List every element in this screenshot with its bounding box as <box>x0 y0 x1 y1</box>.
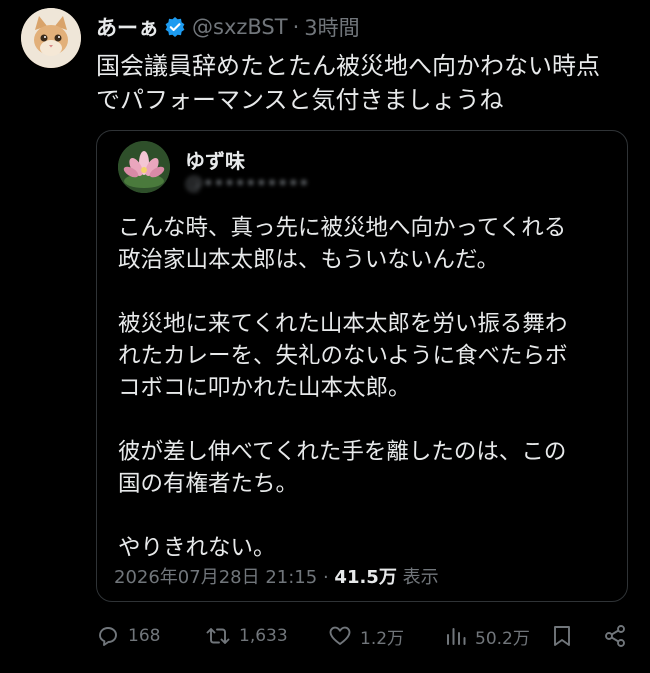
bookmark-icon <box>551 624 573 648</box>
quote-handle-blurred[interactable]: @•••••••••• <box>185 173 309 194</box>
quote-text-line: やりきれない。 <box>118 535 276 561</box>
tweet-text-line: 国会議員辞めたとたん被災地へ向かわない時点 <box>96 52 600 80</box>
quote-display-name[interactable]: ゆず味 <box>185 145 245 174</box>
meta-separator: · <box>322 567 329 588</box>
like-count: 1.2万 <box>360 628 405 649</box>
handle[interactable]: @sxzBST <box>192 15 288 39</box>
retweet-button[interactable]: 1,633 <box>205 618 288 654</box>
quote-paragraph: 被災地に来てくれた山本太郎を労い振る舞わ れたカレーを、失礼のないように食べたら… <box>118 308 623 404</box>
share-button[interactable] <box>603 618 627 654</box>
timestamp[interactable]: 3時間 <box>304 12 359 42</box>
quote-views-label: 表示 <box>402 567 439 588</box>
quote-paragraph: やりきれない。 <box>118 532 623 564</box>
reply-button[interactable]: 168 <box>96 618 160 654</box>
like-button[interactable]: 1.2万 <box>328 618 404 654</box>
action-bar: 168 1,633 1.2万 50.2万 <box>0 618 650 654</box>
quote-text-line: 被災地に来てくれた山本太郎を労い振る舞わ <box>118 311 568 337</box>
views-chart-icon <box>445 624 467 648</box>
quote-text-line: 国の有権者たち。 <box>118 471 299 497</box>
lotus-avatar-icon <box>118 141 170 193</box>
quote-timestamp[interactable]: 2026年07月28日 21:15 <box>114 567 317 588</box>
retweet-count: 1,633 <box>239 626 288 646</box>
reply-icon <box>96 624 120 648</box>
reply-count: 168 <box>128 626 161 646</box>
heart-icon <box>328 624 352 648</box>
quote-avatar[interactable] <box>118 141 170 193</box>
quote-text-line: れたカレーを、失礼のないように食べたらボ <box>118 343 568 369</box>
views-button[interactable]: 50.2万 <box>445 618 530 654</box>
tweet-header: あーぁ @sxzBST · 3時間 <box>96 12 360 42</box>
quote-paragraph: こんな時、真っ先に被災地へ向かってくれる 政治家山本太郎は、もういないんだ。 <box>118 212 623 276</box>
quote-text-line: 彼が差し伸べてくれた手を離したのは、この <box>118 439 567 465</box>
views-count: 50.2万 <box>475 628 530 649</box>
avatar[interactable] <box>21 8 81 68</box>
display-name[interactable]: あーぁ <box>96 12 159 42</box>
tweet-text: 国会議員辞めたとたん被災地へ向かわない時点 でパフォーマンスと気付きましょうね <box>96 49 636 117</box>
quote-text: こんな時、真っ先に被災地へ向かってくれる 政治家山本太郎は、もういないんだ。 被… <box>118 212 623 564</box>
tweet-text-line: でパフォーマンスと気付きましょうね <box>96 86 504 114</box>
quote-text-line: こんな時、真っ先に被災地へ向かってくれる <box>118 215 567 241</box>
quote-text-line: 政治家山本太郎は、もういないんだ。 <box>118 247 500 273</box>
quote-text-line: コボコに叩かれた山本太郎。 <box>118 375 411 401</box>
quote-paragraph: 彼が差し伸べてくれた手を離したのは、この 国の有権者たち。 <box>118 436 623 500</box>
verified-badge-icon <box>164 16 186 38</box>
bookmark-button[interactable] <box>551 618 573 654</box>
quote-views-count: 41.5万 <box>334 567 397 588</box>
separator-dot: · <box>292 15 300 39</box>
quote-tweet-card[interactable]: ゆず味 @•••••••••• こんな時、真っ先に被災地へ向かってくれる 政治家… <box>96 130 628 602</box>
retweet-icon <box>205 624 231 648</box>
cat-avatar-icon <box>21 8 81 68</box>
quote-meta: 2026年07月28日 21:15 · 41.5万 表示 <box>114 563 439 589</box>
share-icon <box>603 624 627 648</box>
